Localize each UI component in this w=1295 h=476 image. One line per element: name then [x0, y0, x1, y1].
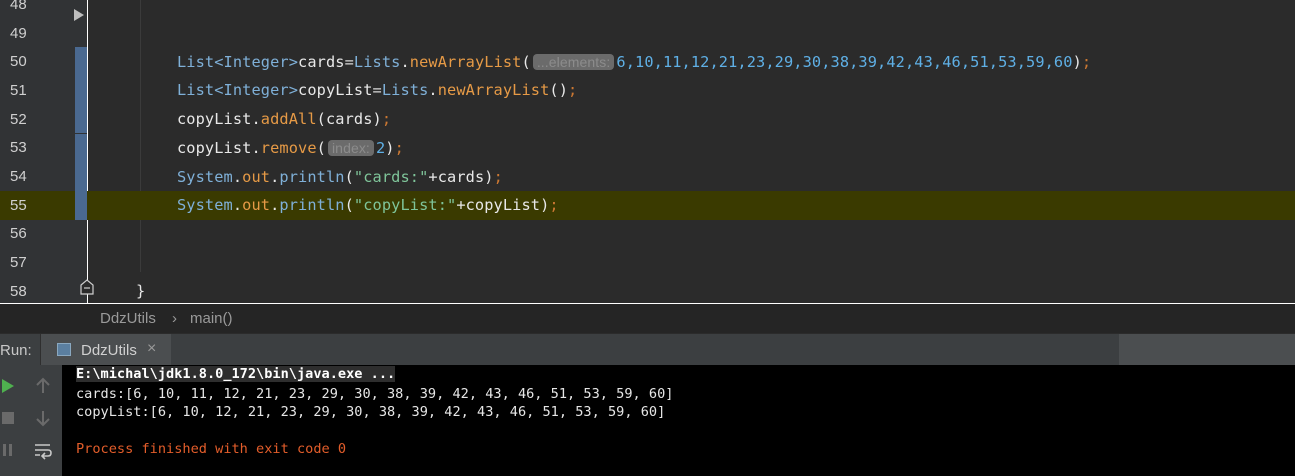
- line-number: 54: [10, 168, 27, 186]
- code-line-51: 51 List<Integer> copyList = Lists. newArr…: [0, 76, 1295, 105]
- vcs-change-marker[interactable]: [75, 104, 87, 134]
- close-icon[interactable]: ×: [147, 340, 156, 358]
- line-number: 55: [0, 190, 58, 220]
- parameter-hint: index:: [327, 139, 374, 156]
- code-text[interactable]: System. out. println("cards:" +cards);: [177, 162, 503, 191]
- code-text[interactable]: System. out. println("copyList:" +copyList)…: [177, 191, 559, 220]
- parameter-hint: ...elements:: [532, 53, 615, 70]
- line-number: 52: [10, 110, 27, 128]
- play-icon[interactable]: [0, 376, 20, 396]
- code-line-56: 56: [0, 220, 1295, 249]
- code-line-48: 48: [0, 0, 1295, 19]
- breadcrumb-file[interactable]: DdzUtils: [100, 310, 156, 327]
- code-text[interactable]: List<Integer> copyList = Lists. newArrayL…: [177, 76, 577, 105]
- code-line-53: 53 copyList. remove(index: 2);: [0, 133, 1295, 163]
- line-number: 56: [10, 225, 27, 243]
- vcs-change-marker[interactable]: [75, 162, 87, 191]
- code-line-49: 49: [0, 19, 1295, 48]
- run-toolbar: [0, 365, 62, 476]
- code-text[interactable]: }: [136, 277, 145, 303]
- console-output-copylist: copyList:[6, 10, 12, 21, 23, 29, 30, 38,…: [76, 404, 666, 420]
- console-exit-message: Process finished with exit code 0: [76, 441, 347, 457]
- code-text[interactable]: copyList. addAll (cards);: [177, 105, 391, 134]
- fold-end-icon[interactable]: [80, 279, 94, 295]
- line-number: 50: [10, 53, 27, 71]
- code-line-57: 57: [0, 248, 1295, 277]
- code-line-55-current: 55 System. out. println("copyList:" +copyLi…: [0, 190, 1295, 220]
- code-editor[interactable]: 48 49 50 List<Integer> cards = Lists. new…: [0, 0, 1295, 303]
- console-output-cards: cards:[6, 10, 11, 12, 21, 23, 29, 30, 38…: [76, 386, 674, 402]
- code-line-54: 54 System. out. println("cards:" +cards);: [0, 162, 1295, 191]
- console-command-line: E:\michal\jdk1.8.0_172\bin\java.exe ...: [76, 366, 396, 382]
- line-number: 58: [10, 282, 27, 300]
- code-text[interactable]: List<Integer> cards = Lists. newArrayList…: [177, 47, 1091, 76]
- code-text[interactable]: copyList. remove(index: 2);: [177, 134, 404, 163]
- breadcrumb-method[interactable]: main(): [190, 310, 233, 327]
- code-line-52: 52 copyList. addAll (cards);: [0, 104, 1295, 134]
- arrow-up-icon[interactable]: [33, 376, 53, 396]
- soft-wrap-icon[interactable]: [33, 440, 53, 460]
- line-number: 57: [10, 254, 27, 272]
- vcs-change-marker[interactable]: [75, 76, 87, 105]
- application-icon: [57, 343, 71, 356]
- code-line-58: 58 }: [0, 277, 1295, 303]
- line-number: 51: [10, 81, 27, 99]
- code-line-50: 50 List<Integer> cards = Lists. newArrayL…: [0, 47, 1295, 77]
- stop-icon[interactable]: [0, 408, 20, 428]
- run-console-panel: E:\michal\jdk1.8.0_172\bin\java.exe ... …: [0, 365, 1295, 476]
- run-tab-label: DdzUtils: [81, 342, 137, 359]
- console-output[interactable]: E:\michal\jdk1.8.0_172\bin\java.exe ... …: [62, 365, 1295, 476]
- run-label: Run:: [0, 342, 32, 359]
- breadcrumb-separator: ›: [172, 310, 177, 327]
- line-number: 48: [10, 0, 27, 13]
- arrow-down-icon[interactable]: [33, 408, 53, 428]
- run-tab-ddzutils[interactable]: DdzUtils ×: [40, 334, 171, 366]
- vcs-change-marker[interactable]: [75, 190, 87, 220]
- vcs-change-marker[interactable]: [75, 133, 87, 163]
- line-number: 49: [10, 24, 27, 42]
- tab-strip-filler: [1119, 334, 1295, 366]
- breadcrumb: DdzUtils › main(): [0, 303, 1295, 333]
- vcs-change-marker[interactable]: [75, 47, 87, 77]
- run-tool-window-header: Run: DdzUtils ×: [0, 333, 1295, 366]
- pause-icon[interactable]: [0, 440, 20, 460]
- line-number: 53: [10, 139, 27, 157]
